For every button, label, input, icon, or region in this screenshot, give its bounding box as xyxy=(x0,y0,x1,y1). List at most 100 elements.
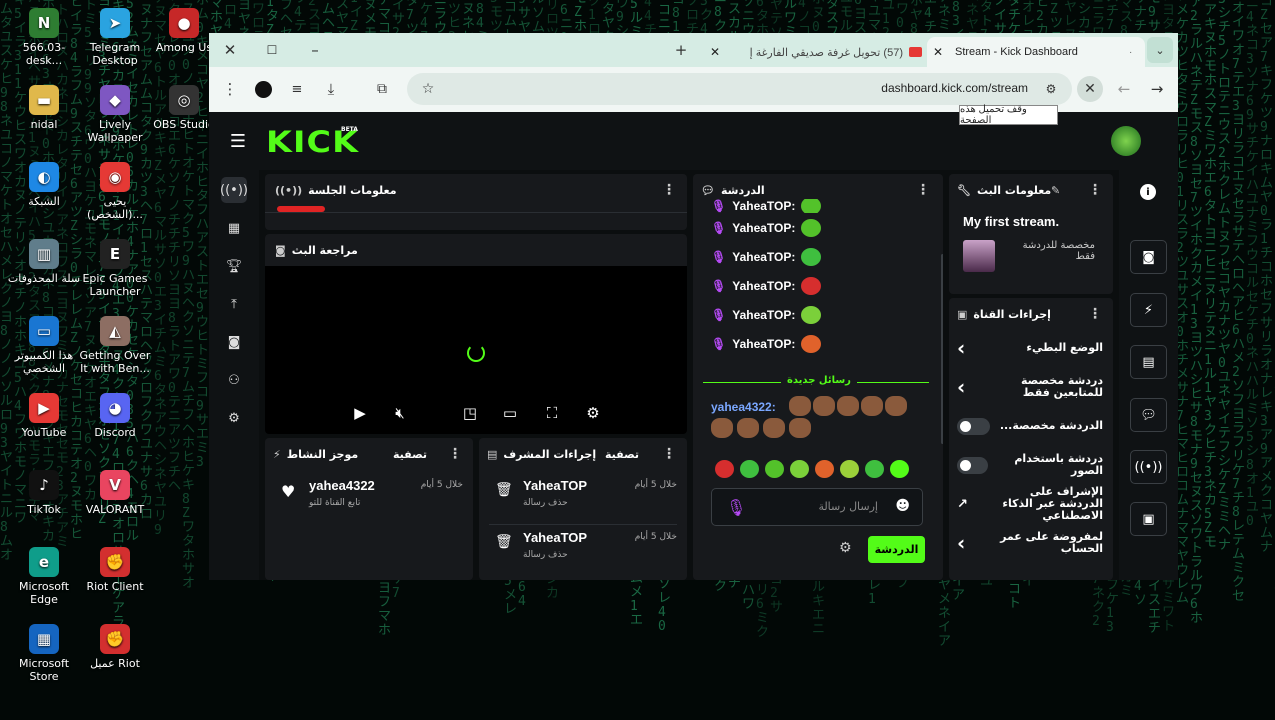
download-icon[interactable]: ⤓ xyxy=(318,76,344,102)
chat-user[interactable]: YaheaTOP: xyxy=(732,337,795,351)
activity-rail-button[interactable]: ⚡︎ xyxy=(1130,293,1167,327)
desktop-icon[interactable]: ➤ Telegram Desktop xyxy=(76,8,154,67)
emote-picker-icon[interactable] xyxy=(790,460,809,478)
filter-button[interactable]: تصفية xyxy=(605,448,639,461)
broadcast-rail-button[interactable]: ((•)) xyxy=(1130,450,1167,484)
chat-menu-icon[interactable]: ⋮ xyxy=(916,182,930,198)
stream-info-menu-icon[interactable]: ⋮ xyxy=(1088,182,1102,198)
bookmark-star-icon[interactable]: ☆ xyxy=(415,76,441,102)
channel-action-item[interactable]: الدردشة مخصصة... xyxy=(957,412,1103,440)
channel-action-item[interactable]: لمفروضة على عمر الحساب › xyxy=(957,529,1103,557)
media-icon[interactable]: ≡ xyxy=(284,76,310,102)
chat-user[interactable]: YaheaTOP: xyxy=(732,221,795,235)
chat-settings-icon[interactable]: ⚙ xyxy=(839,540,852,556)
desktop-icon[interactable]: ◭ Getting Over It with Ben... xyxy=(76,316,154,375)
toggle-switch[interactable] xyxy=(957,417,990,435)
activity-user[interactable]: yahea4322 xyxy=(309,478,375,493)
stream-nav-icon[interactable]: ((•)) xyxy=(220,177,248,203)
chat-user[interactable]: YaheaTOP: xyxy=(732,199,795,213)
desktop-icon[interactable]: E Epic Games Launcher xyxy=(76,239,154,298)
chevron-right-icon[interactable]: › xyxy=(957,375,965,399)
emote-picker-icon[interactable] xyxy=(740,460,759,478)
stop-loading-icon[interactable]: ✕ xyxy=(1077,76,1103,102)
edit-icon[interactable]: ✎ xyxy=(1051,184,1060,197)
mod-menu-icon[interactable]: ⋮ xyxy=(662,446,676,462)
session-menu-icon[interactable]: ⋮ xyxy=(662,182,676,198)
send-chat-button[interactable]: الدردشة xyxy=(868,536,925,563)
emote-picker-icon[interactable] xyxy=(765,460,784,478)
desktop-icon[interactable]: ▶ YouTube xyxy=(5,393,83,439)
channel-action-item[interactable]: الإشراف على الدردشة عبر الذكاء الاصطناعي… xyxy=(957,486,1103,522)
theater-icon[interactable]: ▭ xyxy=(497,400,523,426)
channel-action-item[interactable]: دردشة باستخدام الصور xyxy=(957,451,1103,479)
emote-picker-icon[interactable] xyxy=(815,460,834,478)
hamburger-menu-icon[interactable]: ☰ xyxy=(225,128,251,154)
desktop-icon[interactable]: ▭ هذا الكمبيوتر الشخصي xyxy=(5,316,83,375)
emoji-icon[interactable]: ☻ xyxy=(895,498,910,514)
pip-icon[interactable]: ◳ xyxy=(457,400,483,426)
community-nav-icon[interactable]: ⚇ xyxy=(221,367,247,393)
emote-picker-icon[interactable] xyxy=(715,460,734,478)
desktop-icon[interactable]: ◉ يحيى (الشخص)... xyxy=(76,162,154,221)
back-icon[interactable]: ← xyxy=(1111,76,1137,102)
extensions-icon[interactable]: ⧉ xyxy=(369,76,395,102)
chat-user[interactable]: YaheaTOP: xyxy=(732,250,795,264)
more-menu-icon[interactable]: ⋮ xyxy=(217,76,243,102)
close-tab-icon[interactable]: ✕ xyxy=(704,45,726,59)
play-icon[interactable]: ▶ xyxy=(347,400,373,426)
desktop-icon[interactable]: e Microsoft Edge xyxy=(5,547,83,606)
desktop-icon[interactable]: ▬ nidal xyxy=(5,85,83,131)
chat-input[interactable]: 🎙︎ إرسال رسالة ☻ xyxy=(711,488,923,526)
filter-button[interactable]: تصفية xyxy=(393,448,427,461)
desktop-icon[interactable]: N 566.03-desk... xyxy=(5,8,83,67)
mute-icon[interactable]: 🔇︎ xyxy=(387,400,413,426)
forward-icon[interactable]: → xyxy=(1144,76,1170,102)
desktop-icon[interactable]: ◆ Lively Wallpaper xyxy=(76,85,154,144)
chat-user[interactable]: YaheaTOP: xyxy=(732,279,795,293)
mod-user[interactable]: YaheaTOP xyxy=(523,478,587,493)
chat-user[interactable]: YaheaTOP: xyxy=(732,308,795,322)
minimize-icon[interactable]: – xyxy=(302,37,328,63)
tab-search-icon[interactable]: ⌄ xyxy=(1147,37,1173,63)
close-tab-icon[interactable]: ✕ xyxy=(927,45,949,59)
desktop-icon[interactable]: V VALORANT xyxy=(76,470,154,516)
chat-rail-button[interactable]: 💬︎ xyxy=(1130,398,1167,432)
external-link-icon[interactable]: ↗ xyxy=(957,497,968,512)
analytics-nav-icon[interactable]: ▦ xyxy=(221,215,247,241)
channel-action-item[interactable]: دردشة مخصصة للمتابعين فقط › xyxy=(957,373,1103,401)
desktop-icon[interactable]: ✊ Riot Client xyxy=(76,547,154,593)
actions-rail-button[interactable]: ▣ xyxy=(1130,502,1167,536)
activity-menu-icon[interactable]: ⋮ xyxy=(448,446,462,462)
chevron-right-icon[interactable]: › xyxy=(957,531,965,555)
desktop-icon[interactable]: ♪ TikTok xyxy=(5,470,83,516)
close-window-icon[interactable]: ✕ xyxy=(217,37,243,63)
address-bar[interactable]: ☆ dashboard.kick.com/stream ⚙ xyxy=(407,73,1072,105)
mod-user[interactable]: YaheaTOP xyxy=(523,530,587,545)
chevron-right-icon[interactable]: › xyxy=(957,336,965,360)
maximize-icon[interactable]: ☐ xyxy=(259,37,285,63)
emote-picker-icon[interactable] xyxy=(840,460,859,478)
desktop-icon[interactable]: ▦ Microsoft Store xyxy=(5,624,83,683)
avatar[interactable] xyxy=(1111,126,1141,156)
tab-youtube[interactable]: ✕ (57) تحويل غرفة صديقي الفارغة إ xyxy=(704,37,922,67)
channel-action-item[interactable]: الوضع البطيء › xyxy=(957,334,1103,362)
upload-nav-icon[interactable]: ⤒ xyxy=(221,291,247,317)
emote-picker-icon[interactable] xyxy=(865,460,884,478)
preview-rail-button[interactable]: ◙ xyxy=(1130,240,1167,274)
site-settings-icon[interactable]: ⚙ xyxy=(1038,76,1064,102)
chat-scrollbar[interactable] xyxy=(941,254,943,444)
desktop-icon[interactable]: ◕ Discord xyxy=(76,393,154,439)
profile-icon[interactable] xyxy=(250,76,276,102)
emote-picker-icon[interactable] xyxy=(890,460,909,478)
settings-nav-icon[interactable]: ⚙ xyxy=(221,405,247,431)
channel-actions-menu-icon[interactable]: ⋮ xyxy=(1088,306,1102,322)
new-tab-icon[interactable]: + xyxy=(668,37,694,63)
toggle-switch[interactable] xyxy=(957,456,988,474)
tab-kick-dashboard[interactable]: ✕ Stream - Kick Dashboard · xyxy=(927,37,1145,67)
trophy-nav-icon[interactable]: 🏆︎ xyxy=(221,253,247,279)
desktop-icon[interactable]: ▥ سلة المحذوفات xyxy=(5,239,83,285)
info-icon[interactable]: i xyxy=(1140,184,1156,200)
desktop-icon[interactable]: ◐ الشبكة xyxy=(5,162,83,208)
camera-nav-icon[interactable]: ◙ xyxy=(221,329,247,355)
fullscreen-icon[interactable]: ⛶ xyxy=(539,400,565,426)
